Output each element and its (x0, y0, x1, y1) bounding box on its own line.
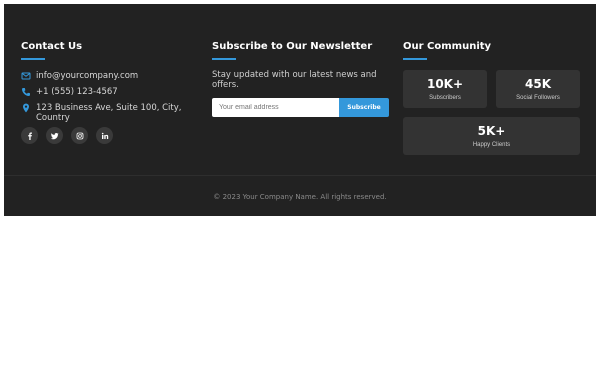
subscribe-button[interactable]: Subscribe (339, 98, 389, 117)
stat-label: Subscribers (429, 95, 461, 101)
contact-address-text: 123 Business Ave, Suite 100, City, Count… (36, 103, 182, 123)
stat-value: 5K+ (477, 124, 506, 138)
twitter-icon (50, 132, 59, 139)
newsletter-description: Stay updated with our latest news and of… (212, 70, 377, 90)
facebook-icon (27, 132, 32, 140)
contact-phone-text: +1 (555) 123-4567 (36, 87, 118, 97)
contact-email-text: info@yourcompany.com (36, 71, 139, 81)
subscribe-form: Subscribe (212, 98, 389, 117)
envelope-icon (21, 72, 31, 80)
footer-divider (4, 175, 596, 176)
contact-address: 123 Business Ave, Suite 100, City, Count… (21, 103, 186, 123)
contact-heading: Contact Us (21, 41, 83, 52)
stat-value: 10K+ (426, 77, 464, 91)
phone-icon (22, 88, 30, 96)
linkedin-icon (101, 132, 108, 139)
email-input[interactable] (212, 98, 339, 117)
contact-phone[interactable]: +1 (555) 123-4567 (21, 87, 118, 97)
copyright-text: © 2023 Your Company Name. All rights res… (213, 193, 387, 201)
twitter-link[interactable] (46, 127, 63, 144)
heading-underline (21, 58, 45, 60)
community-heading: Our Community (403, 41, 492, 52)
heading-underline (212, 58, 236, 60)
stat-card-social-followers: 45K Social Followers (496, 70, 580, 108)
stat-value: 45K (525, 77, 551, 91)
newsletter-heading: Subscribe to Our Newsletter (212, 41, 373, 52)
community-section: Our Community 10K+ Subscribers 45K Socia… (403, 40, 580, 155)
newsletter-section: Subscribe to Our Newsletter Stay updated… (212, 40, 390, 117)
facebook-link[interactable] (21, 127, 38, 144)
contact-email[interactable]: info@yourcompany.com (21, 71, 138, 81)
map-pin-icon (23, 103, 29, 113)
linkedin-link[interactable] (96, 127, 113, 144)
contact-section: Contact Us info@yourcompany.com +1 (555)… (21, 40, 191, 144)
heading-underline (403, 58, 427, 60)
stat-card-subscribers: 10K+ Subscribers (403, 70, 487, 108)
stat-label: Social Followers (516, 95, 560, 101)
stat-card-happy-clients: 5K+ Happy Clients (403, 117, 580, 155)
instagram-icon (76, 132, 83, 139)
stat-label: Happy Clients (472, 142, 511, 148)
instagram-link[interactable] (71, 127, 88, 144)
site-footer: Contact Us info@yourcompany.com +1 (555)… (4, 4, 596, 216)
